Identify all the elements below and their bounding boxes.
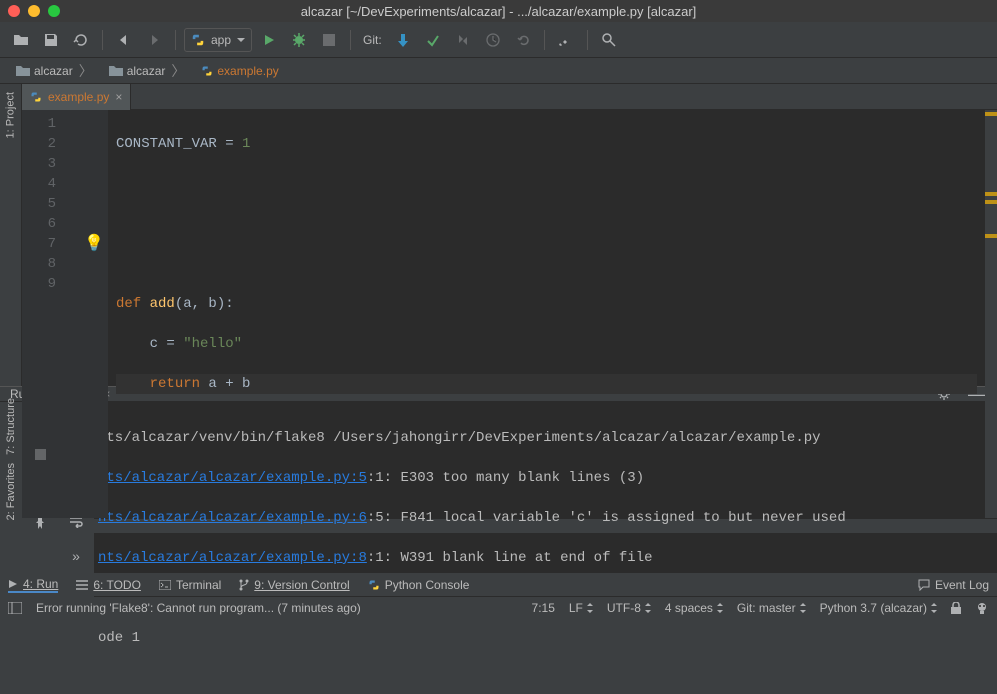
- minimize-window-button[interactable]: [28, 5, 40, 17]
- updown-icon: [587, 603, 593, 613]
- code-area[interactable]: CONSTANT_VAR = 1 def add(a, b): c = "hel…: [108, 110, 985, 518]
- stop-button[interactable]: [28, 442, 52, 466]
- editor-tab-example[interactable]: example.py ×: [22, 84, 131, 110]
- close-tab-icon[interactable]: ×: [115, 90, 122, 104]
- git-update-button[interactable]: [390, 27, 416, 53]
- python-icon: [191, 33, 205, 47]
- status-message: Error running 'Flake8': Cannot run progr…: [36, 601, 361, 615]
- breadcrumb-file[interactable]: example.py: [195, 62, 284, 80]
- python-file-icon: [201, 64, 213, 78]
- git-compare-button[interactable]: [450, 27, 476, 53]
- window-title: alcazar [~/DevExperiments/alcazar] - ...…: [0, 4, 997, 19]
- stop-button[interactable]: [316, 27, 342, 53]
- file-link[interactable]: nts/alcazar/alcazar/example.py:8: [98, 550, 367, 566]
- updown-icon: [717, 603, 723, 613]
- python-console-tab[interactable]: Python Console: [368, 578, 470, 592]
- left-tool-rail: 1: Project: [0, 84, 22, 386]
- warning-marker[interactable]: [985, 200, 997, 204]
- chevron-right-icon: 〉: [79, 61, 93, 81]
- main-toolbar: app Git:: [0, 22, 997, 58]
- git-commit-button[interactable]: [420, 27, 446, 53]
- window-titlebar: alcazar [~/DevExperiments/alcazar] - ...…: [0, 0, 997, 22]
- refresh-button[interactable]: [68, 27, 94, 53]
- editor-region: example.py × 123456789 💡 CONSTANT_VAR = …: [22, 84, 997, 386]
- warning-marker[interactable]: [985, 192, 997, 196]
- open-button[interactable]: [8, 27, 34, 53]
- warning-marker[interactable]: [985, 112, 997, 116]
- run-config-name: app: [211, 33, 231, 47]
- save-button[interactable]: [38, 27, 64, 53]
- zoom-window-button[interactable]: [48, 5, 60, 17]
- git-history-button[interactable]: [480, 27, 506, 53]
- play-icon: [8, 579, 18, 589]
- tool-windows-icon[interactable]: [8, 602, 22, 614]
- updown-icon: [645, 603, 651, 613]
- python-file-icon: [30, 90, 42, 104]
- debug-button[interactable]: [286, 27, 312, 53]
- more-button[interactable]: »: [64, 544, 88, 568]
- encoding[interactable]: UTF-8: [607, 601, 651, 615]
- breadcrumb-root[interactable]: alcazar 〉: [10, 59, 99, 83]
- chevron-right-icon: 〉: [171, 61, 185, 81]
- updown-icon: [931, 603, 937, 613]
- version-control-tab[interactable]: 9: Version Control: [239, 578, 349, 592]
- python-icon: [368, 579, 380, 591]
- caret-position[interactable]: 7:15: [532, 601, 555, 615]
- git-label: Git:: [363, 33, 382, 47]
- forward-button[interactable]: [141, 27, 167, 53]
- event-log-tab[interactable]: Event Log: [918, 578, 989, 592]
- breadcrumb: alcazar 〉 alcazar 〉 example.py: [0, 58, 997, 84]
- run-tab[interactable]: 4: Run: [8, 577, 58, 593]
- intention-bulb-icon[interactable]: 💡: [84, 234, 104, 254]
- list-icon: [76, 580, 88, 590]
- terminal-tab[interactable]: Terminal: [159, 578, 221, 592]
- git-rollback-button[interactable]: [510, 27, 536, 53]
- settings-button[interactable]: [553, 27, 579, 53]
- interpreter[interactable]: Python 3.7 (alcazar): [820, 601, 937, 615]
- updown-icon: [800, 603, 806, 613]
- chevron-down-icon: [237, 36, 245, 44]
- indent[interactable]: 4 spaces: [665, 601, 723, 615]
- folder-icon: [109, 65, 123, 77]
- inspector-icon[interactable]: [975, 602, 989, 614]
- back-button[interactable]: [111, 27, 137, 53]
- editor-body[interactable]: 123456789 💡 CONSTANT_VAR = 1 def add(a, …: [22, 110, 997, 518]
- run-button[interactable]: [256, 27, 282, 53]
- line-separator[interactable]: LF: [569, 601, 593, 615]
- favorites-tool-tab[interactable]: 2: Favorites: [0, 455, 22, 528]
- structure-tool-tab[interactable]: 7: Structure: [0, 390, 22, 455]
- traffic-lights: [8, 5, 60, 17]
- editor-tabs: example.py ×: [22, 84, 997, 110]
- error-stripe[interactable]: [985, 110, 997, 518]
- todo-tab[interactable]: 6: TODO: [76, 578, 141, 592]
- speech-icon: [918, 579, 930, 591]
- run-config-selector[interactable]: app: [184, 28, 252, 52]
- warning-marker[interactable]: [985, 234, 997, 238]
- close-window-button[interactable]: [8, 5, 20, 17]
- lock-icon[interactable]: [951, 602, 961, 614]
- terminal-icon: [159, 580, 171, 590]
- project-tool-tab[interactable]: 1: Project: [0, 84, 21, 146]
- folder-icon: [16, 65, 30, 77]
- breadcrumb-folder[interactable]: alcazar 〉: [103, 59, 192, 83]
- git-branch[interactable]: Git: master: [737, 601, 806, 615]
- search-button[interactable]: [596, 27, 622, 53]
- branch-icon: [239, 579, 249, 591]
- gutter-icons: 💡: [66, 110, 108, 518]
